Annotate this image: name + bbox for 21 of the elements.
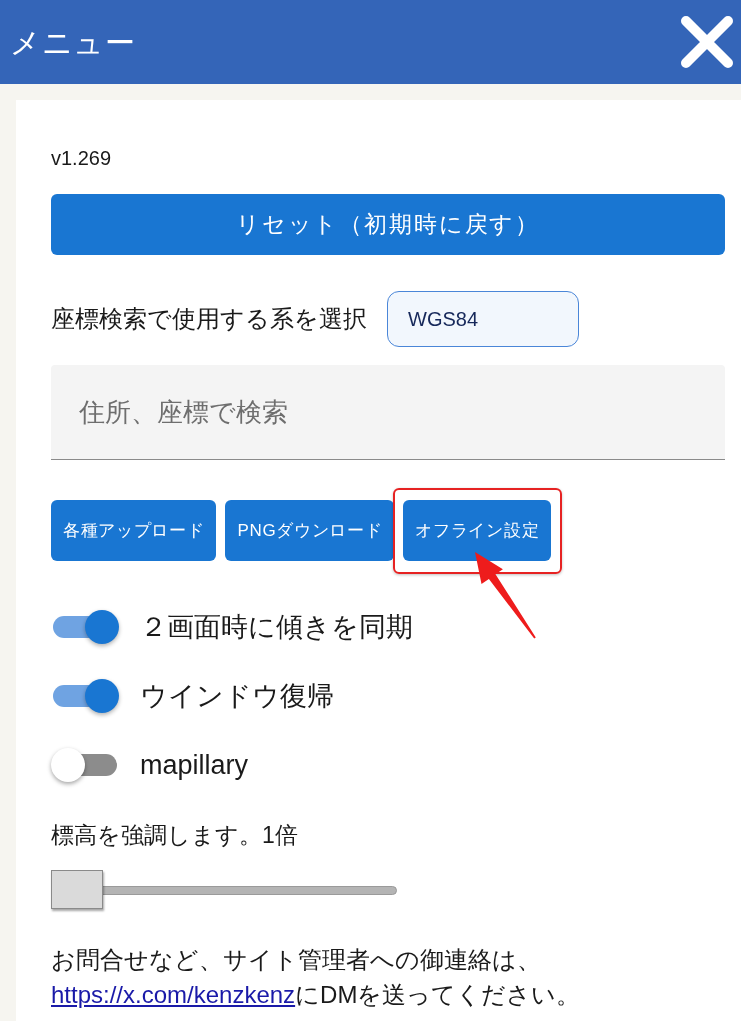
action-button[interactable]: PNGダウンロード (225, 500, 395, 561)
toggle-label: mapillary (140, 748, 249, 782)
elevation-label: 標高を強調します。1倍 (51, 821, 298, 850)
contact-text: お問合せなど、サイト管理者への御連絡は、 https://x.com/kenzkenzにDMを送ってください。 (51, 945, 582, 1010)
toggle-switch[interactable] (51, 610, 119, 644)
coordinate-system-select[interactable]: WGS84 (387, 291, 579, 347)
toggle-switch[interactable] (51, 748, 119, 782)
slider-thumb[interactable] (51, 870, 103, 909)
search-field[interactable]: 住所、座標で検索 (51, 365, 725, 460)
action-button[interactable]: 各種アップロード (51, 500, 217, 561)
close-icon[interactable] (679, 14, 735, 70)
version-text: v1.269 (51, 146, 112, 170)
coordinate-system-label: 座標検索で使用する系を選択 (51, 304, 367, 334)
contact-link[interactable]: https://x.com/kenzkenz (51, 981, 296, 1008)
toggle-label: ２画面時に傾きを同期 (140, 610, 413, 644)
menu-title: メニュー (10, 24, 136, 61)
elevation-slider[interactable] (51, 870, 397, 910)
toggle-label: ウインドウ復帰 (140, 679, 334, 713)
reset-button[interactable]: リセット（初期時に戻す） (51, 194, 725, 255)
action-button[interactable]: オフライン設定 (403, 500, 552, 561)
toggle-switch[interactable] (51, 679, 119, 713)
